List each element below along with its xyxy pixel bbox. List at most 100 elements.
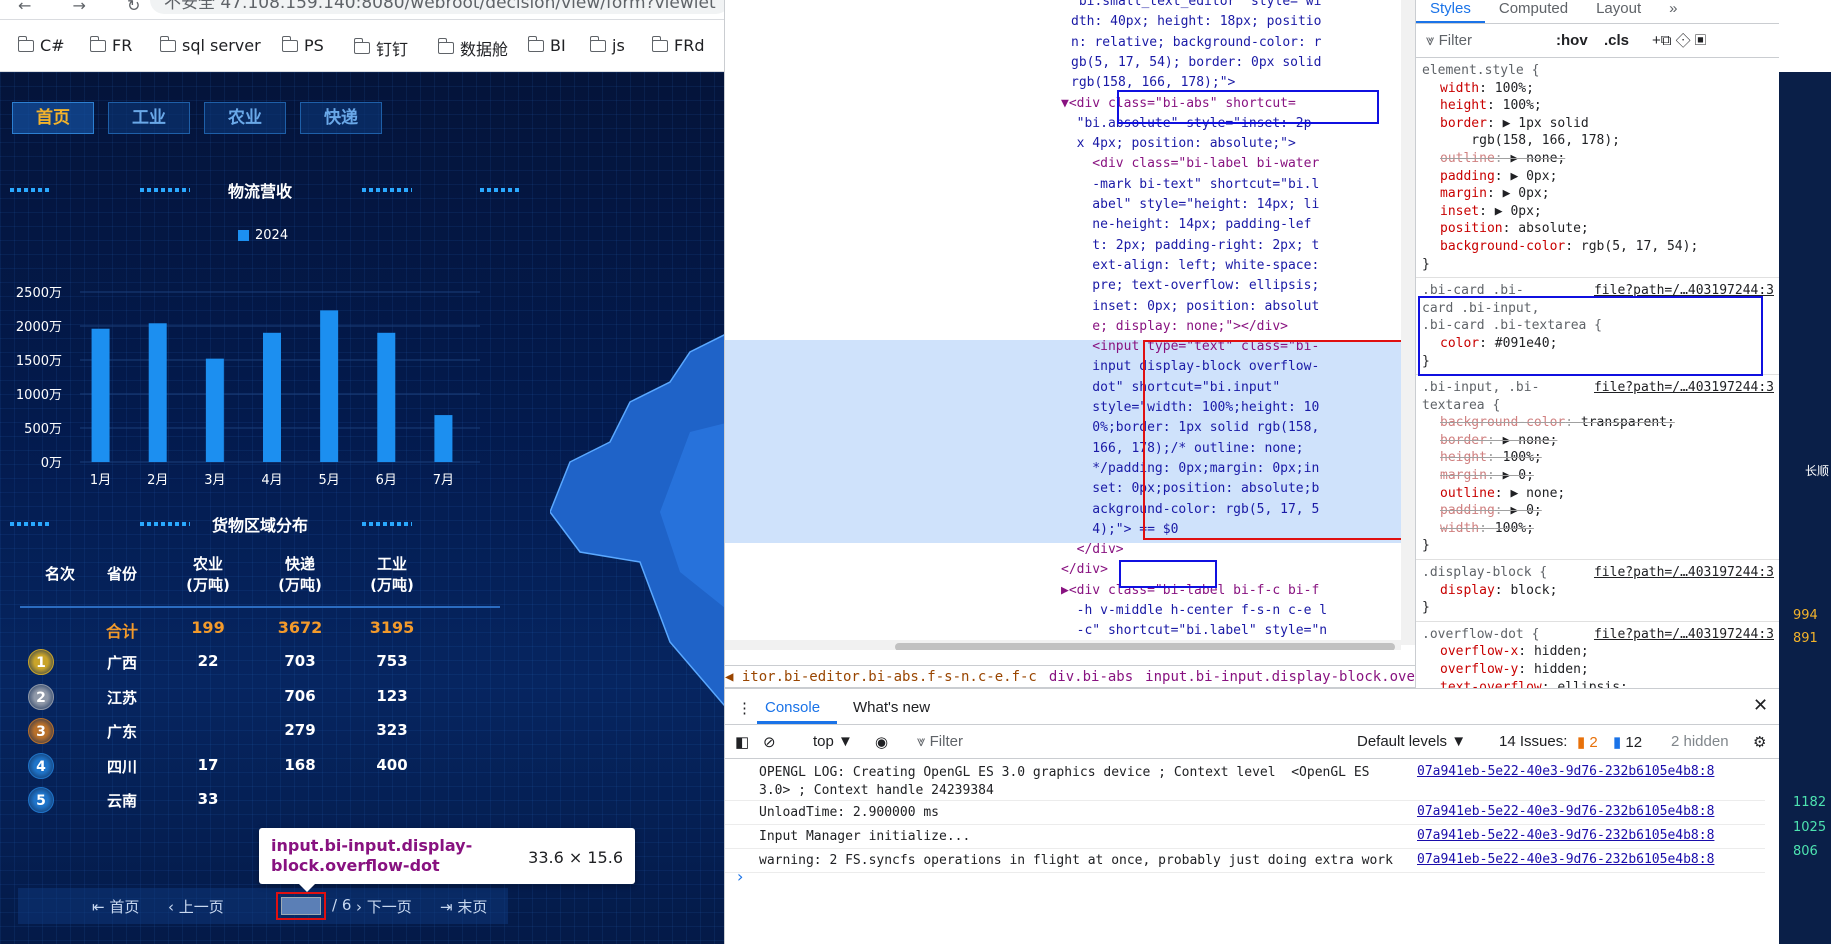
- style-rule[interactable]: .bi-input, .bi- textarea {file?path=/…40…: [1416, 375, 1780, 561]
- bar[interactable]: [263, 332, 281, 462]
- bookmark-item[interactable]: FR: [89, 35, 132, 55]
- gear-icon[interactable]: ⚙: [1753, 733, 1766, 751]
- elements-tree[interactable]: bi.small_text_editor" style="wi dth: 40px…: [725, 0, 1415, 650]
- bar[interactable]: [205, 358, 224, 462]
- bookmark-item[interactable]: PS: [281, 35, 324, 55]
- tab-2[interactable]: 农业: [204, 102, 286, 134]
- style-property[interactable]: rgb(158, 166, 178);: [1422, 132, 1774, 150]
- rule-source-link[interactable]: file?path=/…403197244:3: [1594, 564, 1774, 582]
- style-rule[interactable]: .display-block {file?path=/…403197244:3 d…: [1416, 560, 1780, 622]
- tab-0[interactable]: 首页: [12, 102, 94, 134]
- styles-tab[interactable]: »: [1655, 0, 1691, 23]
- bookmark-item[interactable]: 钉钉: [353, 36, 409, 60]
- filter-input[interactable]: ⩔ Filter: [1426, 32, 1472, 50]
- style-property[interactable]: padding: ▶ 0;: [1422, 502, 1774, 520]
- cls-button[interactable]: .cls: [1604, 32, 1629, 50]
- scroll-thumb[interactable]: [895, 643, 1395, 650]
- info-count[interactable]: ▮ 12: [1613, 733, 1642, 751]
- style-property[interactable]: padding: ▶ 0px;: [1422, 168, 1774, 186]
- table-row[interactable]: 1 广西 22 703 753: [20, 649, 500, 688]
- rule-source-link[interactable]: file?path=/…403197244:3: [1594, 379, 1774, 397]
- styles-tab[interactable]: Styles: [1416, 0, 1485, 23]
- style-property[interactable]: border: ▶ none;: [1422, 432, 1774, 450]
- kebab-icon[interactable]: ⋮: [737, 699, 752, 717]
- style-property[interactable]: outline: ▶ none;: [1422, 485, 1774, 503]
- page-input[interactable]: [281, 897, 321, 915]
- message-source-link[interactable]: 07a941eb-5e22-40e3-9d76-232b6105e4b8:8: [1417, 804, 1714, 819]
- bar[interactable]: [91, 328, 110, 462]
- bar[interactable]: [148, 323, 167, 462]
- bookmark-item[interactable]: js: [589, 35, 625, 55]
- bookmark-item[interactable]: FRd: [651, 35, 704, 55]
- style-property[interactable]: width: 100%;: [1422, 80, 1774, 98]
- console-message[interactable]: Input Manager initialize... 07a941eb-5e22…: [725, 825, 1765, 849]
- styles-tab[interactable]: Layout: [1582, 0, 1655, 23]
- sidebar-icon[interactable]: ◧: [735, 733, 749, 751]
- style-property[interactable]: position: absolute;: [1422, 220, 1774, 238]
- tab-1[interactable]: 工业: [108, 102, 190, 134]
- context-select[interactable]: top ▼: [813, 733, 853, 750]
- first-page-button[interactable]: ⇤ 首页: [92, 896, 139, 917]
- style-property[interactable]: height: 100%;: [1422, 449, 1774, 467]
- breadcrumb-item[interactable]: ◀ itor.bi-editor.bi-abs.f-s-n.c-e.f-c: [725, 669, 1037, 685]
- style-property[interactable]: margin: ▶ 0px;: [1422, 185, 1774, 203]
- styles-tab[interactable]: Computed: [1485, 0, 1582, 23]
- hov-button[interactable]: :hov: [1556, 32, 1588, 50]
- style-rule[interactable]: element.style {width: 100%; height: 100%;…: [1416, 58, 1780, 279]
- eye-icon[interactable]: ◉: [875, 733, 888, 751]
- breadcrumb-item[interactable]: input.bi-input.display-block.overflow-do…: [1145, 669, 1415, 685]
- table-row[interactable]: 4 四川 17 168 400: [20, 752, 500, 792]
- console-message[interactable]: OPENGL LOG: Creating OpenGL ES 3.0 graph…: [725, 761, 1765, 801]
- prompt-icon[interactable]: ›: [737, 867, 743, 886]
- style-property[interactable]: text-overflow: ellipsis;: [1422, 679, 1774, 688]
- message-source-link[interactable]: 07a941eb-5e22-40e3-9d76-232b6105e4b8:8: [1417, 828, 1714, 843]
- bookmark-item[interactable]: sql server: [159, 35, 261, 55]
- console-message[interactable]: UnloadTime: 2.900000 ms 07a941eb-5e22-40e…: [725, 801, 1765, 825]
- bookmark-item[interactable]: 数据舱: [437, 36, 508, 60]
- clear-icon[interactable]: ⊘: [763, 733, 776, 751]
- console-message[interactable]: warning: 2 FS.syncfs operations in fligh…: [725, 849, 1765, 873]
- new-rule-icon[interactable]: +⧉ ⟐ ▣: [1652, 32, 1706, 50]
- tab-whats-new[interactable]: What's new: [853, 699, 930, 716]
- table-row[interactable]: 5 云南 33: [20, 787, 500, 826]
- tab-3[interactable]: 快递: [300, 102, 382, 134]
- style-property[interactable]: overflow-y: hidden;: [1422, 661, 1774, 679]
- tab-console[interactable]: Console: [765, 699, 820, 716]
- style-property[interactable]: overflow-x: hidden;: [1422, 643, 1774, 661]
- style-property[interactable]: margin: ▶ 0;: [1422, 467, 1774, 485]
- rule-source-link[interactable]: file?path=/…403197244:3: [1594, 626, 1774, 644]
- nav-buttons[interactable]: ← → ↻: [18, 0, 158, 15]
- elements-vscroll[interactable]: [1401, 0, 1415, 645]
- url-input[interactable]: 不安全 47.108.159.140:8080/webroot/decision…: [150, 0, 730, 14]
- style-property[interactable]: outline: ▶ none;: [1422, 150, 1774, 168]
- bar[interactable]: [320, 310, 339, 462]
- breadcrumb-item[interactable]: div.bi-abs: [1049, 669, 1133, 685]
- style-property[interactable]: background-color: rgb(5, 17, 54);: [1422, 238, 1774, 256]
- bookmark-label: 钉钉: [376, 40, 409, 59]
- style-property[interactable]: background-color: transparent;: [1422, 414, 1774, 432]
- console-filter-input[interactable]: ⩔ Filter: [917, 733, 963, 750]
- close-icon[interactable]: ✕: [1753, 695, 1768, 716]
- bar[interactable]: [377, 332, 396, 462]
- bookmark-item[interactable]: BI: [527, 35, 566, 55]
- style-property[interactable]: height: 100%;: [1422, 97, 1774, 115]
- last-page-button[interactable]: ⇥ 末页: [440, 896, 487, 917]
- style-property[interactable]: display: block;: [1422, 582, 1774, 600]
- message-source-link[interactable]: 07a941eb-5e22-40e3-9d76-232b6105e4b8:8: [1417, 852, 1714, 867]
- style-property[interactable]: inset: ▶ 0px;: [1422, 203, 1774, 221]
- next-page-button[interactable]: › 下一页: [356, 896, 412, 917]
- style-property[interactable]: border: ▶ 1px solid: [1422, 115, 1774, 133]
- table-row[interactable]: 2 江苏 706 123: [20, 683, 500, 723]
- bookmark-item[interactable]: C#: [17, 35, 65, 55]
- bar[interactable]: [434, 415, 453, 462]
- prev-page-button[interactable]: ‹ 上一页: [168, 896, 224, 917]
- issues-label[interactable]: 14 Issues:: [1499, 733, 1567, 750]
- warn-count[interactable]: ▮ 2: [1577, 733, 1598, 751]
- style-rule[interactable]: .overflow-dot {file?path=/…403197244:3 ov…: [1416, 622, 1780, 688]
- table-row[interactable]: 3 广东 279 323: [20, 718, 500, 757]
- prop-name: border: [1440, 432, 1487, 448]
- levels-select[interactable]: Default levels ▼: [1357, 733, 1466, 750]
- style-property[interactable]: width: 100%;: [1422, 520, 1774, 538]
- elements-hscroll[interactable]: [725, 640, 1401, 650]
- message-source-link[interactable]: 07a941eb-5e22-40e3-9d76-232b6105e4b8:8: [1417, 764, 1714, 779]
